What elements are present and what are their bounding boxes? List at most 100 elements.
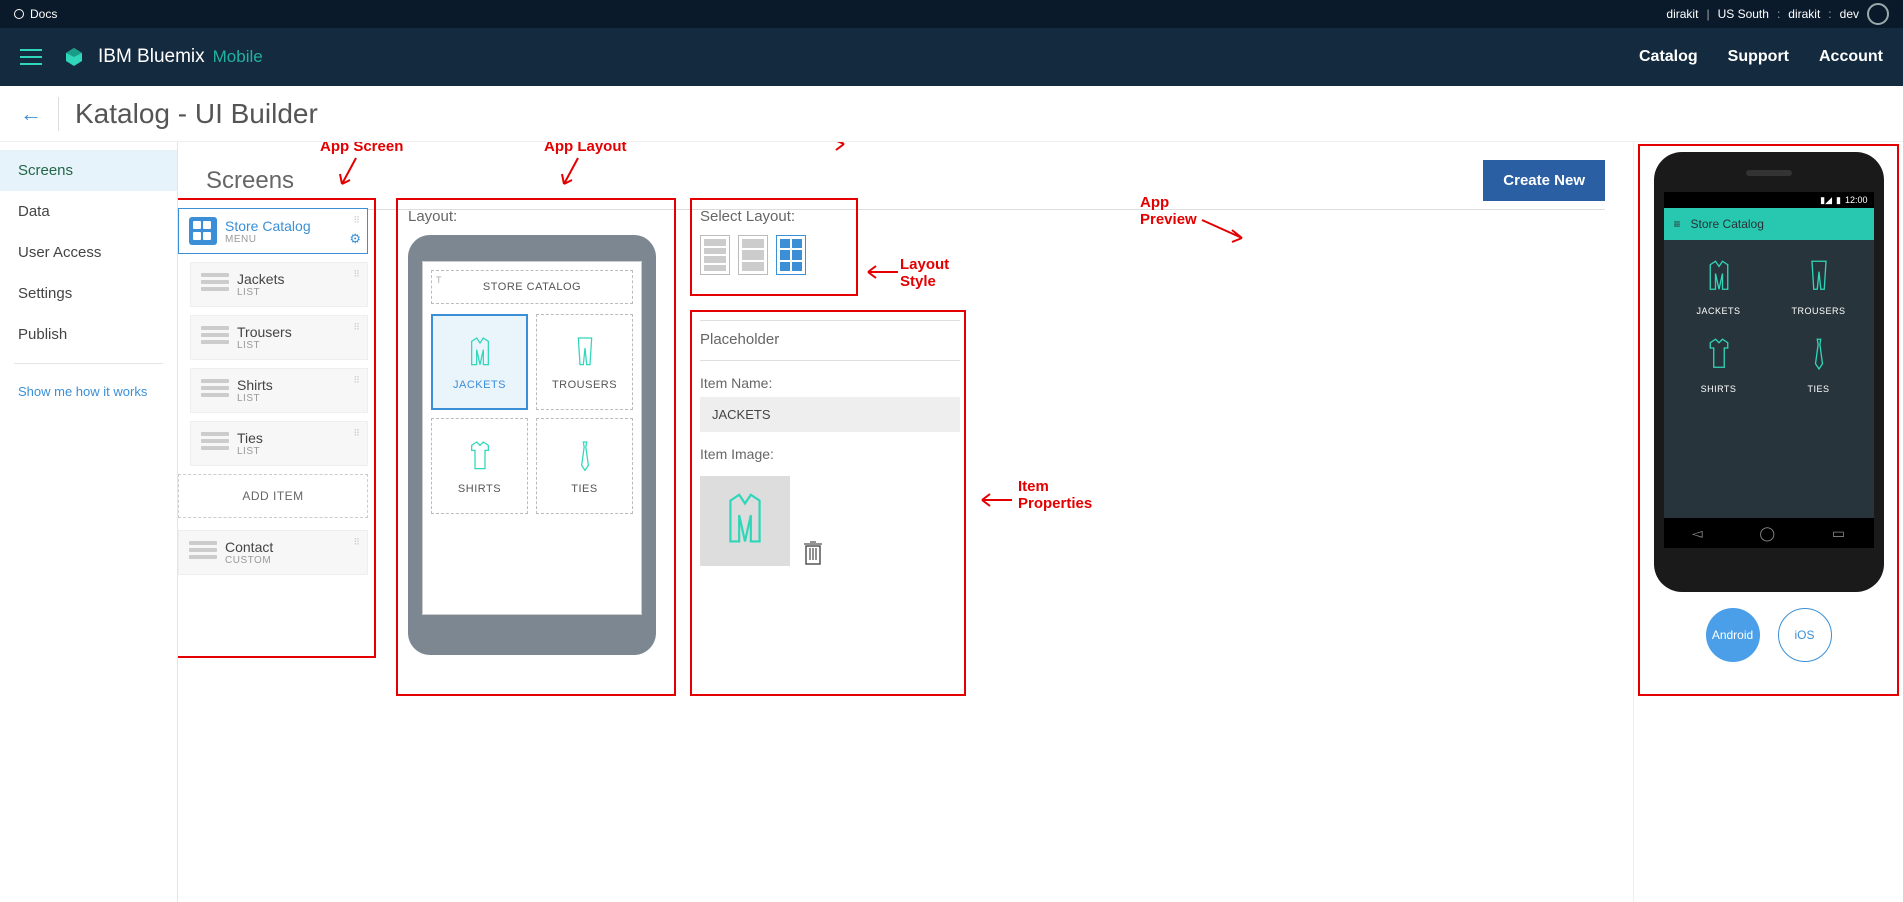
- screen-title: Shirts: [237, 377, 273, 393]
- screen-card[interactable]: Jackets LIST ⠿: [190, 262, 368, 307]
- canvas-title: Screens: [206, 167, 294, 195]
- sidebar-item-settings[interactable]: Settings: [0, 273, 177, 314]
- preview-tile-label: SHIRTS: [1701, 384, 1737, 394]
- item-name-input[interactable]: JACKETS: [700, 397, 960, 432]
- status-bar: ▮◢ ▮ 12:00: [1664, 192, 1874, 208]
- drag-handle-icon[interactable]: ⠿: [353, 375, 361, 386]
- trash-icon[interactable]: [800, 536, 826, 566]
- space[interactable]: dev: [1840, 7, 1859, 21]
- layout-tile[interactable]: TIES: [536, 418, 633, 514]
- sidebar-item-screens[interactable]: Screens: [0, 150, 177, 191]
- item-image-preview[interactable]: [700, 476, 790, 566]
- preview-app-bar: ≡ Store Catalog: [1664, 208, 1874, 240]
- screen-title: Contact: [225, 539, 273, 555]
- sidebar-item-data[interactable]: Data: [0, 191, 177, 232]
- annotation-app-screen: App Screen: [320, 142, 403, 155]
- layout-tile[interactable]: SHIRTS: [431, 418, 528, 514]
- arrow-icon: [1200, 216, 1246, 246]
- nav-account[interactable]: Account: [1819, 48, 1883, 66]
- screen-subtitle: MENU: [225, 234, 311, 245]
- status-time: 12:00: [1845, 195, 1868, 205]
- user-name[interactable]: dirakit: [1666, 7, 1698, 21]
- screen-card-store-catalog[interactable]: Store CatalogMENU ⠿ ⚙: [178, 208, 368, 254]
- preview-tile[interactable]: SHIRTS: [1674, 334, 1764, 394]
- screen-card[interactable]: Trousers LIST ⠿: [190, 315, 368, 360]
- recent-soft-icon[interactable]: ▭: [1832, 525, 1845, 542]
- hamburger-icon[interactable]: ≡: [1674, 217, 1681, 231]
- layout-option-list[interactable]: [700, 235, 730, 275]
- preview-tile[interactable]: TIES: [1774, 334, 1864, 394]
- grid-icon: [189, 217, 217, 245]
- annotation-item-props: Item Properties: [1018, 478, 1092, 512]
- screen-card[interactable]: Ties LIST ⠿: [190, 421, 368, 466]
- avatar[interactable]: [1867, 3, 1889, 25]
- annotation-app-preview: App Preview: [1140, 194, 1197, 228]
- drag-handle-icon[interactable]: ⠿: [353, 537, 361, 548]
- gear-icon[interactable]: ⚙: [349, 231, 361, 247]
- screen-card[interactable]: Shirts LIST ⠿: [190, 368, 368, 413]
- screen-title: Jackets: [237, 271, 284, 287]
- create-new-button[interactable]: Create New: [1483, 160, 1605, 201]
- docs-link[interactable]: Docs: [30, 7, 57, 21]
- drag-handle-icon[interactable]: ⠿: [353, 428, 361, 439]
- preview-app-title: Store Catalog: [1691, 217, 1764, 231]
- preview-tile-label: JACKETS: [1696, 306, 1740, 316]
- list-icon: [189, 541, 217, 565]
- drag-handle-icon[interactable]: ⠿: [353, 322, 361, 333]
- layout-option-rows[interactable]: [738, 235, 768, 275]
- menu-icon[interactable]: [20, 49, 42, 65]
- help-link[interactable]: Show me how it works: [0, 372, 177, 411]
- preview-tile-label: TROUSERS: [1791, 306, 1845, 316]
- region[interactable]: US South: [1718, 7, 1769, 21]
- tie-icon: [1798, 334, 1840, 376]
- back-arrow-icon[interactable]: ←: [20, 101, 42, 127]
- placeholder-panel: Placeholder Item Name: JACKETS Item Imag…: [700, 320, 960, 566]
- arrow-icon: [814, 142, 850, 156]
- layout-option-grid[interactable]: [776, 235, 806, 275]
- select-layout-column: Select Layout:: [700, 208, 806, 275]
- item-name-label: Item Name:: [700, 375, 960, 391]
- phone-mockup: STORE CATALOG JACKETS TROUSERS SHIRTS TI…: [408, 235, 656, 655]
- home-soft-icon[interactable]: ◯: [1759, 525, 1775, 542]
- page-header: ← Katalog - UI Builder: [0, 86, 1903, 142]
- item-image-label: Item Image:: [700, 446, 960, 462]
- nav-support[interactable]: Support: [1728, 48, 1789, 66]
- main: Screens Data User Access Settings Publis…: [0, 142, 1903, 902]
- soft-nav: ◅ ◯ ▭: [1664, 518, 1874, 548]
- add-item-button[interactable]: ADD ITEM: [178, 474, 368, 518]
- org[interactable]: dirakit: [1788, 7, 1820, 21]
- layout-tile[interactable]: JACKETS: [431, 314, 528, 410]
- layout-column: Layout: STORE CATALOG JACKETS TROUSERS S…: [408, 208, 664, 655]
- arrow-icon: [864, 262, 900, 282]
- shirt-icon: [460, 437, 500, 477]
- device-frame: ▮◢ ▮ 12:00 ≡ Store Catalog JACKETS TROUS…: [1654, 152, 1884, 592]
- list-icon: [201, 379, 229, 403]
- canvas: Screens Create New App Screen App Layout…: [178, 142, 1633, 902]
- placeholder-title: Placeholder: [700, 331, 960, 348]
- screen-subtitle: CUSTOM: [225, 555, 273, 566]
- layout-tile[interactable]: TROUSERS: [536, 314, 633, 410]
- list-icon: [201, 432, 229, 456]
- page-title: Katalog - UI Builder: [75, 98, 318, 130]
- select-layout-label: Select Layout:: [700, 208, 806, 225]
- sidebar: Screens Data User Access Settings Publis…: [0, 142, 178, 902]
- preview-tile[interactable]: TROUSERS: [1774, 256, 1864, 316]
- layout-title-input[interactable]: STORE CATALOG: [431, 270, 633, 304]
- tile-label: SHIRTS: [458, 483, 501, 495]
- brand-subtitle[interactable]: Mobile: [213, 47, 263, 67]
- sidebar-item-publish[interactable]: Publish: [0, 314, 177, 355]
- back-soft-icon[interactable]: ◅: [1692, 525, 1703, 542]
- jacket-icon: [1698, 256, 1740, 298]
- sidebar-item-user-access[interactable]: User Access: [0, 232, 177, 273]
- screen-card-contact[interactable]: ContactCUSTOM ⠿: [178, 530, 368, 575]
- nav-catalog[interactable]: Catalog: [1639, 48, 1698, 66]
- annotation-app-layout: App Layout: [544, 142, 627, 155]
- drag-handle-icon[interactable]: ⠿: [353, 215, 361, 226]
- preview-tile[interactable]: JACKETS: [1674, 256, 1764, 316]
- drag-handle-icon[interactable]: ⠿: [353, 269, 361, 280]
- brand-title[interactable]: IBM Bluemix: [98, 46, 205, 68]
- nav-bar: IBM Bluemix Mobile Catalog Support Accou…: [0, 28, 1903, 86]
- preview-tile-label: TIES: [1807, 384, 1829, 394]
- list-icon: [201, 326, 229, 350]
- tile-label: TROUSERS: [552, 379, 617, 391]
